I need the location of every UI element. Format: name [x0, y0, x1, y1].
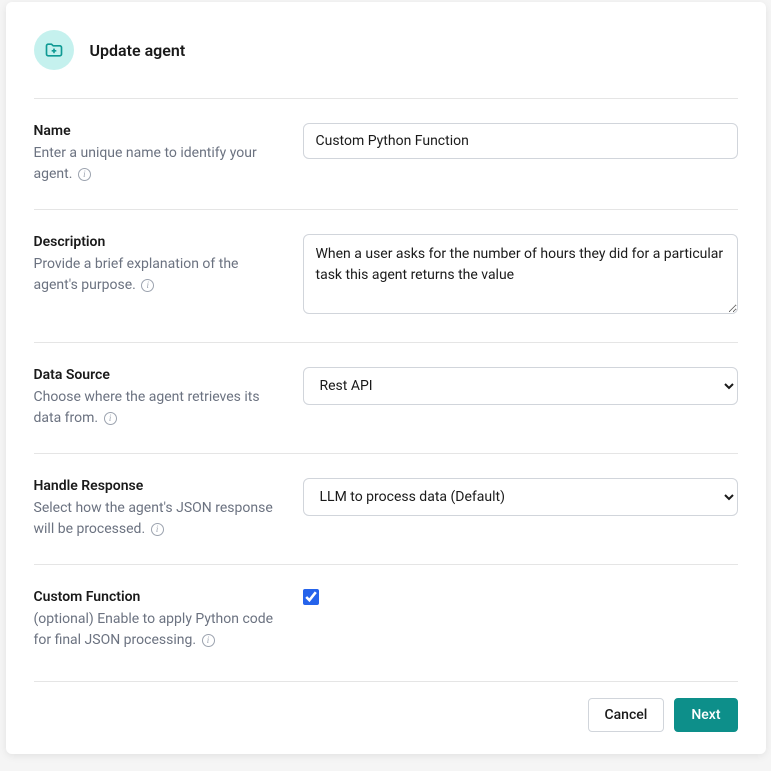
update-agent-modal: Update agent Name Enter a unique name to… — [6, 2, 766, 754]
name-help: Enter a unique name to identify your age… — [34, 143, 279, 185]
handle-response-select[interactable]: LLM to process data (Default) — [303, 478, 738, 516]
data-source-label: Data Source — [34, 367, 279, 383]
handle-response-section: Handle Response Select how the agent's J… — [34, 453, 738, 564]
folder-plus-icon — [34, 30, 74, 70]
data-source-select[interactable]: Rest API — [303, 367, 738, 405]
name-input[interactable] — [303, 123, 738, 159]
handle-response-label: Handle Response — [34, 478, 279, 494]
custom-function-section: Custom Function (optional) Enable to app… — [34, 564, 738, 675]
description-label: Description — [34, 234, 279, 250]
custom-function-help: (optional) Enable to apply Python code f… — [34, 609, 279, 651]
info-icon[interactable]: i — [104, 412, 117, 425]
info-icon[interactable]: i — [78, 168, 91, 181]
name-label: Name — [34, 123, 279, 139]
description-help: Provide a brief explanation of the agent… — [34, 254, 279, 296]
info-icon[interactable]: i — [202, 634, 215, 647]
handle-response-help: Select how the agent's JSON response wil… — [34, 498, 279, 540]
modal-header: Update agent — [34, 30, 738, 70]
data-source-help: Choose where the agent retrieves its dat… — [34, 387, 279, 429]
name-section: Name Enter a unique name to identify you… — [34, 98, 738, 209]
custom-function-checkbox[interactable] — [303, 589, 319, 605]
custom-function-label: Custom Function — [34, 589, 279, 605]
description-input[interactable] — [303, 234, 738, 314]
modal-footer: Cancel Next — [34, 681, 738, 732]
info-icon[interactable]: i — [141, 279, 154, 292]
data-source-section: Data Source Choose where the agent retri… — [34, 342, 738, 453]
next-button[interactable]: Next — [674, 698, 737, 732]
description-section: Description Provide a brief explanation … — [34, 209, 738, 342]
cancel-button[interactable]: Cancel — [588, 698, 665, 732]
modal-title: Update agent — [90, 41, 186, 60]
info-icon[interactable]: i — [151, 523, 164, 536]
